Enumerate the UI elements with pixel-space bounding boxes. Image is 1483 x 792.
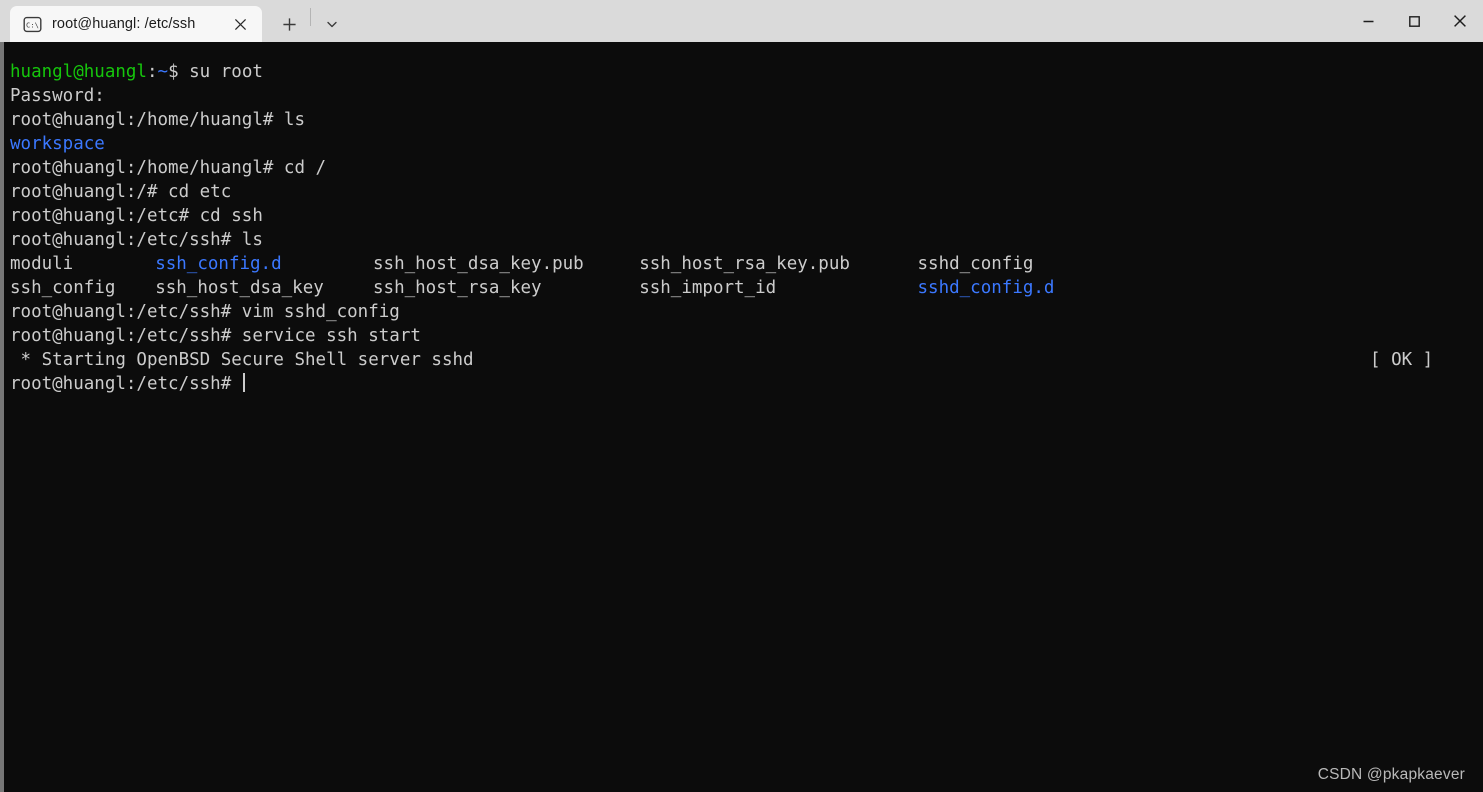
ls-entry-directory: sshd_config.d	[917, 278, 1055, 298]
minimize-button[interactable]	[1345, 0, 1391, 42]
text-cursor	[242, 373, 245, 392]
window-controls	[1345, 0, 1483, 42]
terminal-line-active: root@huangl:/etc/ssh#	[10, 372, 1483, 396]
terminal-line: Password:	[10, 86, 105, 106]
terminal-line: root@huangl:/# cd etc	[10, 182, 232, 202]
ls-output-row: moduli ssh_config.d ssh_host_dsa_key.pub ss…	[10, 252, 1483, 276]
terminal-scrollback: huangl@huangl:~$ su root Password: root@…	[10, 60, 1483, 792]
terminal-line: workspace	[10, 132, 1483, 156]
ls-entry-file: ssh_host_dsa_key	[155, 278, 324, 298]
chevron-down-icon[interactable]	[315, 6, 349, 42]
terminal-content[interactable]: huangl@huangl:~$ su root Password: root@…	[0, 42, 1483, 792]
terminal-line: root@huangl:/home/huangl# cd /	[10, 158, 327, 178]
window-left-border	[0, 42, 4, 792]
ls-output-row: ssh_config ssh_host_dsa_key ssh_host_rsa_k…	[10, 276, 1483, 300]
ls-entry-file: ssh_host_dsa_key.pub	[373, 254, 584, 274]
prompt-command: $ su root	[168, 62, 263, 82]
watermark: CSDN @pkapkaever	[1317, 766, 1465, 783]
command-prompt-icon: C:\	[22, 14, 42, 34]
terminal-line: root@huangl:/etc/ssh# ls	[10, 230, 263, 250]
ls-entry-file: sshd_config	[917, 254, 1034, 274]
toolbar-divider	[310, 7, 311, 26]
svg-text:C:\: C:\	[26, 20, 39, 29]
ls-entry-file: ssh_config	[10, 278, 116, 298]
tab-title: root@huangl: /etc/ssh	[52, 16, 196, 32]
terminal-line: huangl@huangl:~$ su root	[10, 60, 1483, 84]
prompt-path: ~	[157, 62, 169, 82]
ls-entry-file: moduli	[10, 254, 74, 274]
dir-workspace: workspace	[10, 134, 105, 154]
terminal-line: root@huangl:/home/huangl# ls	[10, 110, 306, 130]
tab-root-etc-ssh[interactable]: C:\ root@huangl: /etc/ssh	[10, 6, 262, 42]
ls-entry-directory: ssh_config.d	[155, 254, 282, 274]
close-button[interactable]	[1437, 0, 1483, 42]
terminal-line: root@huangl:/etc# cd ssh	[10, 206, 263, 226]
terminal-line: root@huangl:/etc/ssh# service ssh start	[10, 326, 421, 346]
active-prompt: root@huangl:/etc/ssh#	[10, 374, 242, 394]
status-badge-ok: [ OK ]	[1370, 350, 1434, 370]
title-bar: C:\ root@huangl: /etc/ssh	[0, 0, 1483, 42]
tab-strip: C:\ root@huangl: /etc/ssh	[0, 0, 349, 42]
terminal-line: root@huangl:/etc/ssh# vim sshd_config	[10, 302, 400, 322]
terminal-line: * Starting OpenBSD Secure Shell server s…	[10, 348, 1483, 372]
tab-close-icon[interactable]	[226, 10, 254, 38]
prompt-user-host: huangl@huangl	[10, 62, 147, 82]
ls-entry-file: ssh_host_rsa_key.pub	[639, 254, 850, 274]
service-status-text: * Starting OpenBSD Secure Shell server s…	[10, 350, 474, 370]
terminal-window: C:\ root@huangl: /etc/ssh huangl@huangl:…	[0, 0, 1483, 792]
maximize-button[interactable]	[1391, 0, 1437, 42]
ls-entry-file: ssh_import_id	[639, 278, 777, 298]
ls-entry-file: ssh_host_rsa_key	[373, 278, 542, 298]
new-tab-button[interactable]	[272, 6, 306, 42]
prompt-colon: :	[146, 62, 158, 82]
